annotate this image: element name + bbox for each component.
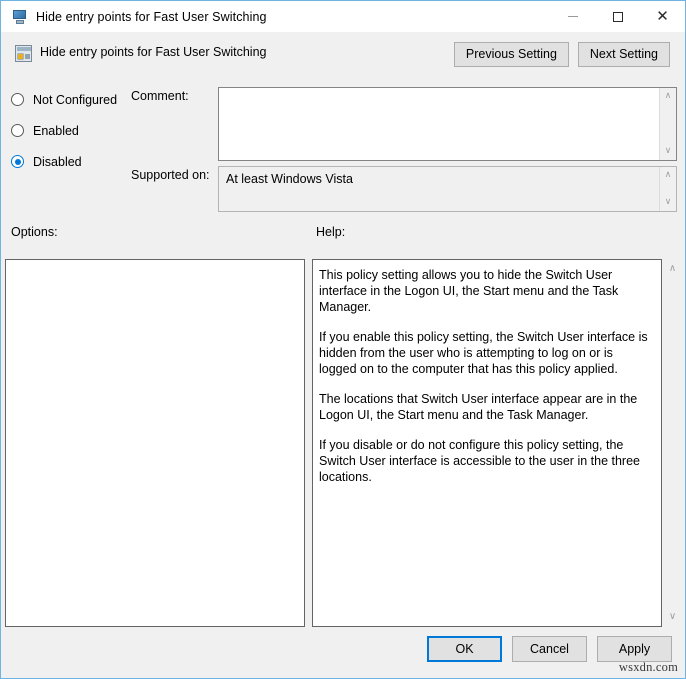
window-controls: ✕ — [550, 1, 685, 32]
help-paragraph: If you disable or do not configure this … — [319, 437, 653, 485]
maximize-button[interactable] — [595, 1, 640, 32]
close-icon: ✕ — [656, 9, 669, 24]
watermark: wsxdn.com — [619, 660, 678, 675]
scroll-down-icon[interactable]: ∨ — [669, 607, 676, 627]
setting-header: Hide entry points for Fast User Switchin… — [2, 32, 684, 78]
scroll-up-icon[interactable]: ∧ — [665, 88, 672, 105]
maximize-icon — [613, 12, 623, 22]
policy-setting-icon — [15, 45, 32, 62]
radio-indicator-icon — [11, 155, 24, 168]
radio-enabled[interactable]: Enabled — [11, 118, 211, 143]
comment-scrollbar[interactable]: ∧ ∨ — [659, 88, 676, 160]
options-panel[interactable] — [5, 259, 305, 627]
ok-button[interactable]: OK — [427, 636, 502, 662]
radio-label-disabled: Disabled — [33, 155, 82, 169]
setting-title: Hide entry points for Fast User Switchin… — [40, 45, 266, 59]
help-label: Help: — [316, 225, 345, 239]
radio-indicator-icon — [11, 124, 24, 137]
scroll-up-icon[interactable]: ∧ — [669, 259, 676, 279]
close-button[interactable]: ✕ — [640, 1, 685, 32]
dialog-footer: OK Cancel Apply wsxdn.com — [2, 627, 684, 677]
scroll-down-icon[interactable]: ∨ — [665, 194, 672, 211]
dialog-action-buttons: OK Cancel Apply — [427, 636, 672, 662]
setting-nav-buttons: Previous Setting Next Setting — [454, 42, 670, 67]
supported-on-scrollbar[interactable]: ∧ ∨ — [659, 167, 676, 211]
supported-on-value: At least Windows Vista — [226, 172, 353, 186]
help-panel: This policy setting allows you to hide t… — [312, 259, 662, 627]
radio-indicator-icon — [11, 93, 24, 106]
group-policy-setting-dialog: Hide entry points for Fast User Switchin… — [0, 0, 686, 679]
comment-textarea[interactable]: ∧ ∨ — [218, 87, 677, 161]
help-paragraph: If you enable this policy setting, the S… — [319, 329, 653, 377]
next-setting-button[interactable]: Next Setting — [578, 42, 670, 67]
help-paragraph: The locations that Switch User interface… — [319, 391, 653, 423]
scroll-up-icon[interactable]: ∧ — [665, 167, 672, 184]
cancel-button[interactable]: Cancel — [512, 636, 587, 662]
radio-label-enabled: Enabled — [33, 124, 79, 138]
title-bar: Hide entry points for Fast User Switchin… — [1, 1, 685, 32]
minimize-button[interactable] — [550, 1, 595, 32]
help-paragraph: This policy setting allows you to hide t… — [319, 267, 653, 315]
computer-monitor-icon — [12, 9, 28, 25]
scroll-down-icon[interactable]: ∨ — [665, 143, 672, 160]
apply-button[interactable]: Apply — [597, 636, 672, 662]
minimize-icon — [568, 16, 578, 17]
supported-on-field: At least Windows Vista ∧ ∨ — [218, 166, 677, 212]
help-scrollbar[interactable]: ∧ ∨ — [663, 259, 682, 627]
options-label: Options: — [11, 225, 58, 239]
window-title: Hide entry points for Fast User Switchin… — [36, 10, 267, 24]
comment-label: Comment: — [131, 89, 189, 103]
previous-setting-button[interactable]: Previous Setting — [454, 42, 569, 67]
supported-on-label: Supported on: — [131, 168, 210, 182]
radio-label-not-configured: Not Configured — [33, 93, 117, 107]
